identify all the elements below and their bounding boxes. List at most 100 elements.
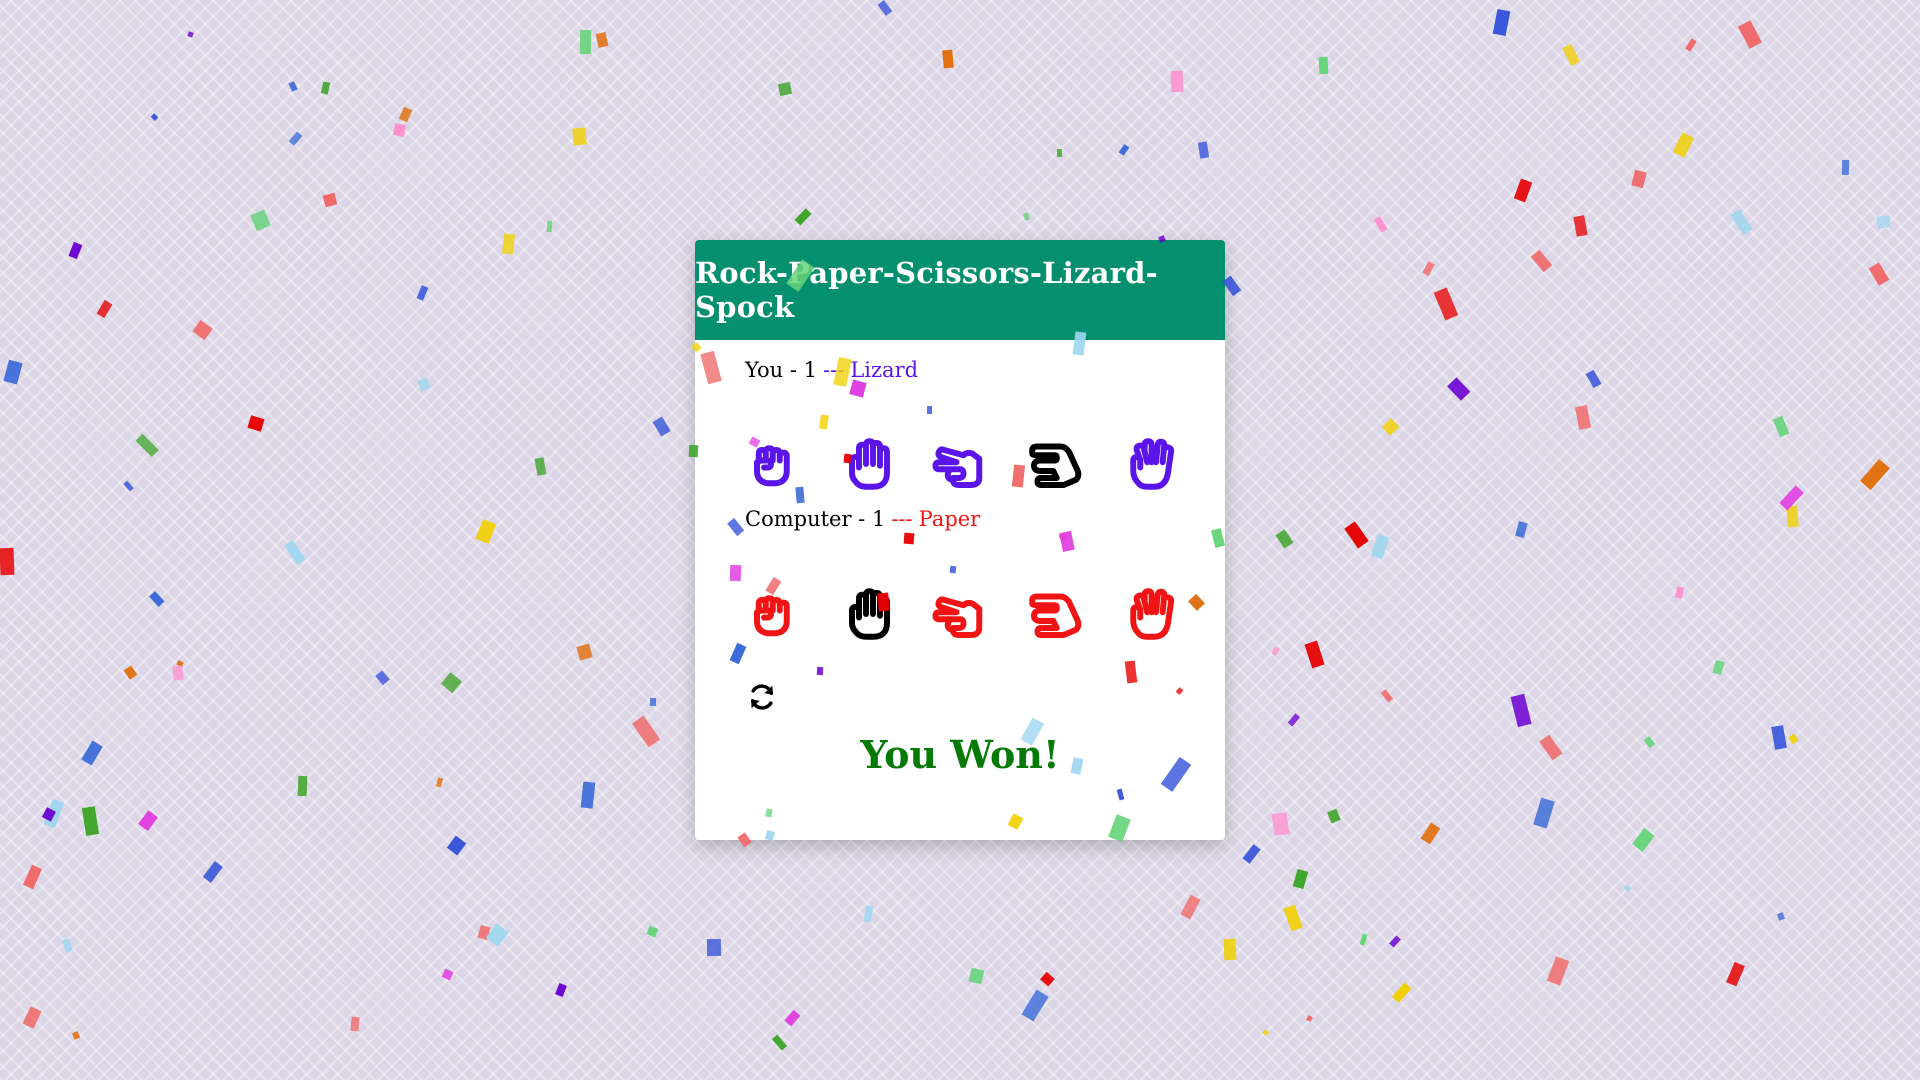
confetti-piece [137, 810, 158, 832]
confetti-piece [22, 1006, 42, 1029]
confetti-piece [435, 777, 444, 788]
computer-choices [740, 584, 1180, 644]
confetti-piece [771, 1034, 788, 1051]
game-header: Rock-Paper-Scissors-Lizard-Spock [695, 240, 1225, 340]
player-choice-scissors[interactable] [929, 433, 991, 495]
confetti-piece [288, 131, 303, 146]
player-name: You [745, 358, 784, 382]
confetti-piece [1539, 734, 1563, 761]
confetti-piece [1530, 249, 1553, 273]
confetti-piece [417, 377, 431, 392]
confetti-piece [1447, 377, 1471, 401]
confetti-piece [1359, 933, 1368, 946]
player-choice-rock[interactable] [740, 433, 802, 495]
confetti-piece [1262, 1028, 1270, 1036]
confetti-piece [1242, 844, 1261, 865]
confetti-piece [1391, 982, 1411, 1003]
reset-button[interactable] [743, 678, 781, 716]
confetti-piece [1373, 216, 1388, 233]
confetti-piece [123, 480, 134, 492]
confetti-piece [1433, 287, 1459, 321]
player-choice-spock[interactable] [1118, 433, 1180, 495]
computer-choice-scissors[interactable] [929, 583, 991, 645]
confetti-piece [416, 285, 429, 301]
scissors-hand-icon [932, 596, 983, 638]
confetti-piece [555, 982, 567, 998]
confetti-piece [477, 924, 491, 940]
confetti-piece [1170, 70, 1184, 92]
confetti-piece [23, 864, 43, 890]
confetti-piece [446, 835, 467, 856]
computer-choice-paper[interactable] [835, 583, 897, 645]
confetti-piece [0, 547, 15, 575]
scissors-hand-icon [932, 446, 983, 488]
confetti-piece [572, 127, 588, 146]
confetti-piece [1222, 275, 1241, 297]
computer-choice-lizard[interactable] [1024, 583, 1086, 645]
confetti-piece [1841, 159, 1850, 175]
confetti-piece [1876, 215, 1891, 229]
confetti-piece [1685, 38, 1698, 52]
confetti-piece [187, 31, 194, 39]
confetti-piece [1562, 43, 1580, 66]
confetti-piece [1422, 261, 1435, 276]
player-choice-paper[interactable] [835, 433, 897, 495]
player-choice-lizard[interactable] [1024, 433, 1086, 495]
computer-name: Computer [745, 507, 852, 531]
confetti-piece [1420, 822, 1441, 845]
confetti-piece [1786, 505, 1799, 528]
confetti-piece [579, 29, 592, 55]
confetti-piece [1021, 989, 1049, 1022]
confetti-piece [706, 938, 721, 957]
confetti-piece [350, 1016, 360, 1032]
confetti-piece [392, 123, 406, 138]
computer-separator: --- [891, 507, 913, 531]
confetti-piece [149, 591, 165, 608]
confetti-piece [1573, 215, 1588, 237]
confetti-piece [784, 1009, 800, 1026]
confetti-piece [1223, 938, 1237, 960]
confetti-piece [1771, 725, 1787, 750]
confetti-piece [1772, 415, 1790, 437]
player-separator: --- [823, 358, 845, 382]
confetti-piece [1631, 169, 1647, 189]
confetti-piece [288, 81, 298, 92]
confetti-piece [440, 672, 462, 694]
computer-choice-rock[interactable] [740, 583, 802, 645]
confetti-piece [794, 208, 812, 226]
confetti-piece [1370, 533, 1390, 560]
player-score: - 1 [783, 358, 818, 382]
rock-hand-icon [754, 445, 790, 487]
confetti-piece [322, 192, 337, 208]
confetti-piece [1381, 418, 1400, 436]
confetti-piece [320, 81, 331, 96]
confetti-piece [1023, 212, 1031, 221]
confetti-piece [1306, 1015, 1313, 1022]
confetti-piece [123, 665, 138, 680]
game-card: Rock-Paper-Scissors-Lizard-Spock You - 1… [695, 240, 1225, 840]
paper-hand-icon [848, 438, 890, 490]
computer-choice: Paper [918, 507, 981, 531]
confetti-piece [1380, 689, 1393, 703]
confetti-piece [1304, 640, 1325, 669]
confetti-piece [61, 938, 74, 953]
player-choices [740, 434, 1180, 494]
confetti-piece [135, 433, 159, 457]
confetti-piece [176, 660, 184, 668]
confetti-piece [1860, 459, 1890, 490]
computer-choice-spock[interactable] [1118, 583, 1180, 645]
confetti-piece [398, 106, 413, 123]
player-choice: Lizard [850, 358, 919, 382]
confetti-piece [777, 81, 793, 97]
confetti-piece [172, 665, 184, 681]
confetti-piece [1515, 521, 1528, 538]
confetti-piece [475, 519, 497, 544]
confetti-piece [81, 806, 100, 837]
confetti-piece [968, 967, 985, 985]
confetti-piece [646, 925, 658, 937]
confetti-piece [863, 905, 874, 923]
confetti-piece [1389, 935, 1402, 948]
confetti-piece [1574, 405, 1591, 430]
confetti-piece [1292, 868, 1309, 890]
confetti-piece [877, 0, 893, 17]
